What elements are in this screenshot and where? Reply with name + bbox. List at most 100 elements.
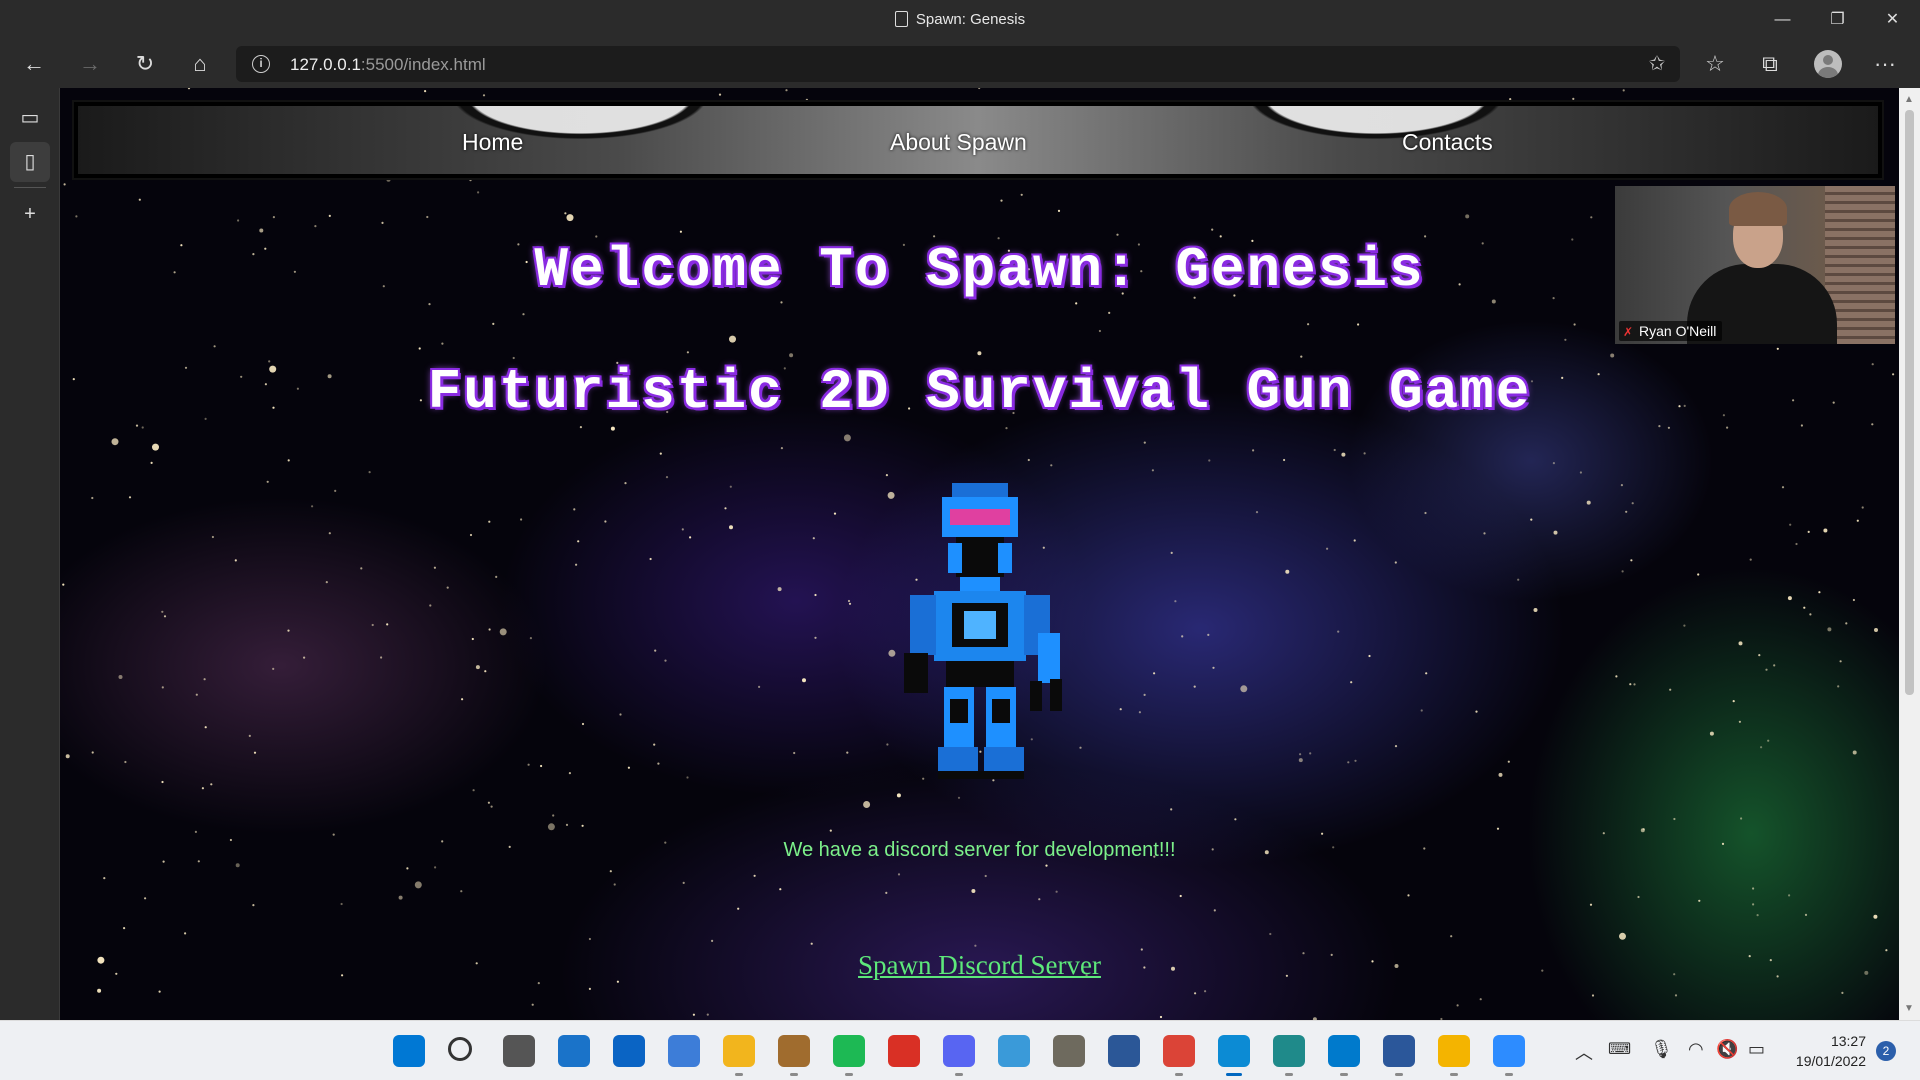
back-button[interactable]: ← <box>16 46 52 82</box>
home-button[interactable]: ⌂ <box>182 46 218 82</box>
star <box>1465 214 1470 219</box>
favorites-button[interactable]: ☆ <box>1697 46 1733 82</box>
star <box>531 1003 534 1006</box>
star <box>1818 591 1821 594</box>
minimize-button[interactable]: — <box>1755 0 1810 40</box>
taskbar-widgets-icon[interactable] <box>558 1035 590 1067</box>
star <box>141 426 144 429</box>
taskbar-task-view-icon[interactable] <box>503 1035 535 1067</box>
nav-home-link[interactable]: Home <box>462 129 523 156</box>
notification-badge[interactable]: 2 <box>1876 1041 1896 1061</box>
star <box>1633 683 1636 686</box>
url-text[interactable]: 127.0.0.1:5500/index.html <box>290 55 486 75</box>
collections-button[interactable]: ⧉ <box>1752 46 1788 82</box>
star <box>234 559 237 562</box>
microphone-icon[interactable]: 🎙 <box>1650 1039 1673 1060</box>
keyboard-icon[interactable]: ⌨ <box>1608 1039 1631 1059</box>
star <box>1507 760 1510 763</box>
tab-spawn-genesis[interactable]: ▯ <box>10 142 50 182</box>
nav-contacts-link[interactable]: Contacts <box>1402 129 1493 156</box>
taskbar-paint-icon[interactable] <box>998 1035 1030 1067</box>
taskbar-game-app-icon[interactable] <box>778 1035 810 1067</box>
star <box>492 322 495 325</box>
star <box>977 351 982 356</box>
participant-name: Ryan O'Neill <box>1639 323 1717 339</box>
maximize-button[interactable]: ❐ <box>1810 0 1865 40</box>
taskbar-gimp-icon[interactable] <box>1053 1035 1085 1067</box>
star <box>325 581 328 584</box>
star <box>187 88 191 90</box>
taskbar-running-indicator <box>1340 1073 1348 1076</box>
star <box>75 215 78 218</box>
star <box>328 532 331 535</box>
taskbar-search-icon[interactable] <box>448 1037 472 1061</box>
star <box>1752 903 1755 906</box>
star <box>1637 895 1640 899</box>
star <box>237 219 240 222</box>
star <box>1874 628 1878 632</box>
taskbar-windows-start-icon[interactable] <box>393 1035 425 1067</box>
star <box>552 814 555 817</box>
star <box>724 507 727 510</box>
star <box>1212 666 1215 669</box>
video-call-overlay[interactable]: ✗ Ryan O'Neill <box>1615 186 1895 344</box>
star <box>540 764 543 768</box>
star <box>1333 448 1336 452</box>
taskbar-file-explorer-icon[interactable] <box>723 1035 755 1067</box>
taskbar-chrome-icon[interactable] <box>1163 1035 1195 1067</box>
star <box>729 525 733 530</box>
scroll-down-arrow-icon[interactable]: ▼ <box>1904 1003 1914 1014</box>
star <box>426 215 429 219</box>
forward-button[interactable]: → <box>72 46 108 82</box>
page-scrollbar[interactable]: ▲ ▼ <box>1899 88 1920 1020</box>
taskbar-word-icon[interactable] <box>1383 1035 1415 1067</box>
taskbar-discord-icon[interactable] <box>943 1035 975 1067</box>
scroll-up-arrow-icon[interactable]: ▲ <box>1904 94 1914 105</box>
star <box>1000 199 1003 202</box>
add-favorite-icon[interactable]: ✩ <box>1644 51 1670 77</box>
wifi-icon[interactable]: ◠ <box>1688 1039 1704 1060</box>
star <box>203 678 206 681</box>
nav-about-link[interactable]: About Spawn <box>890 129 1027 156</box>
scrollbar-thumb[interactable] <box>1905 110 1914 695</box>
star <box>581 824 584 827</box>
tab-actions-icon[interactable]: ▭ <box>10 98 50 138</box>
taskbar-edge-icon[interactable] <box>1218 1035 1250 1067</box>
star <box>1738 641 1743 646</box>
star <box>1517 578 1520 581</box>
star <box>847 599 851 603</box>
close-button[interactable]: ✕ <box>1865 0 1920 40</box>
taskbar-spotify-icon[interactable] <box>833 1035 865 1067</box>
taskbar-snipping-tool-icon[interactable] <box>1273 1035 1305 1067</box>
taskbar-store-icon[interactable] <box>1108 1035 1140 1067</box>
site-navbar: Home About Spawn Contacts <box>72 100 1884 180</box>
speaker-muted-icon[interactable]: 🔇 <box>1716 1039 1738 1060</box>
star <box>577 540 580 543</box>
taskbar-mail-icon[interactable] <box>613 1035 645 1067</box>
star <box>1108 311 1111 314</box>
tray-overflow-icon[interactable]: ︿ <box>1575 1039 1593 1065</box>
battery-icon[interactable]: ▭ <box>1748 1039 1765 1060</box>
profile-avatar[interactable] <box>1814 50 1842 78</box>
character-sprite <box>904 483 1062 779</box>
new-tab-button[interactable]: + <box>10 194 50 234</box>
star <box>1193 685 1196 688</box>
star <box>1807 530 1810 533</box>
discord-server-link[interactable]: Spawn Discord Server <box>60 950 1899 981</box>
star <box>1765 668 1768 671</box>
taskbar-notepad-icon[interactable] <box>668 1035 700 1067</box>
address-bar[interactable]: i 127.0.0.1:5500/index.html ✩ <box>236 46 1680 82</box>
taskbar-vscode-icon[interactable] <box>1328 1035 1360 1067</box>
taskbar-zoom-icon[interactable] <box>1493 1035 1525 1067</box>
site-info-icon[interactable]: i <box>252 55 270 73</box>
system-clock[interactable]: 13:27 19/01/2022 <box>1786 1031 1866 1071</box>
refresh-button[interactable]: ↻ <box>127 46 163 82</box>
star <box>1852 598 1855 602</box>
taskbar-game-launcher-icon[interactable] <box>888 1035 920 1067</box>
taskbar-chrome-2-icon[interactable] <box>1438 1035 1470 1067</box>
more-menu-button[interactable]: ··· <box>1867 46 1903 82</box>
star <box>1055 890 1058 893</box>
star <box>588 987 592 991</box>
sidebar-divider <box>14 187 46 188</box>
star <box>802 678 806 683</box>
